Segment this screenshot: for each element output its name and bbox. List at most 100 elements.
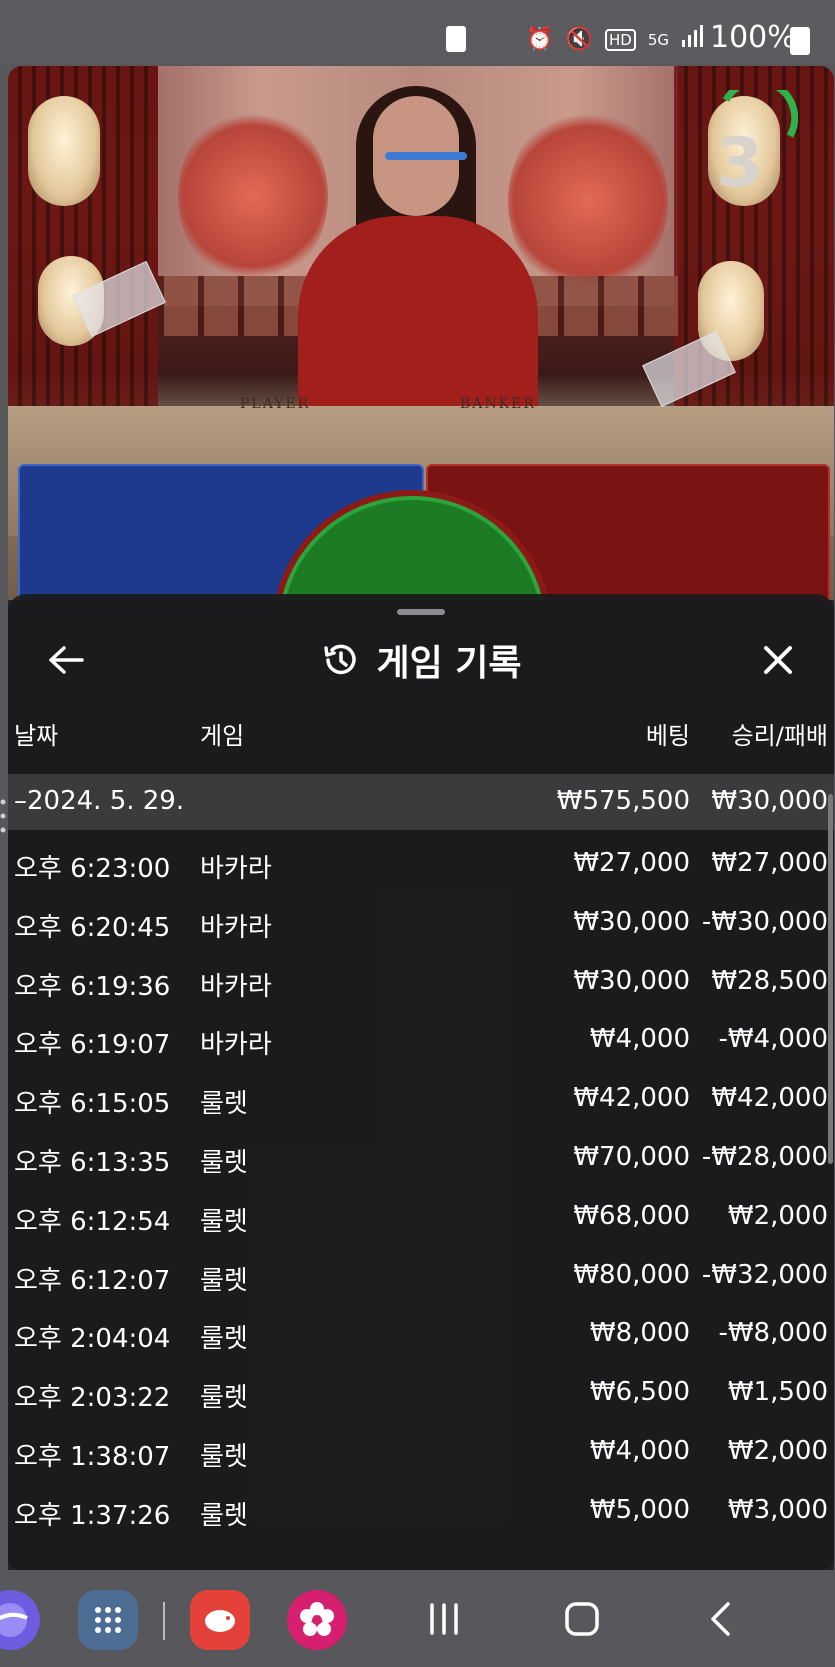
- row-result: -₩8,000: [718, 1318, 828, 1349]
- alarm-icon: ⏰: [526, 27, 554, 52]
- game-history-sheet: 게임 기록 날짜 게임 베팅 승리/패배 –2024. 5. 29. ₩575,…: [8, 594, 834, 1570]
- row-time: 오후 6:19:36: [14, 971, 171, 1002]
- side-handle-icon[interactable]: [0, 796, 6, 836]
- status-icons: ⏰ 🔇 HD 5G: [526, 24, 703, 56]
- row-bet: ₩30,000: [573, 965, 690, 996]
- piggy-bank-app-icon[interactable]: [190, 1590, 250, 1650]
- row-result: ₩42,000: [711, 1083, 828, 1114]
- history-row[interactable]: 오후 6:19:36 바카라 ₩30,000 ₩28,500: [8, 953, 834, 1011]
- row-result: ₩1,500: [727, 1377, 828, 1408]
- date-group-label: –2024. 5. 29.: [14, 786, 185, 816]
- row-bet: ₩42,000: [573, 1083, 690, 1114]
- row-time: 오후 6:23:00: [14, 854, 171, 884]
- row-result: ₩28,500: [711, 965, 828, 996]
- recents-icon[interactable]: [414, 1594, 474, 1644]
- apps-grid-icon[interactable]: [78, 1590, 138, 1650]
- history-icon: [324, 644, 357, 675]
- sheet-drag-handle[interactable]: [397, 609, 445, 615]
- row-result: -₩32,000: [701, 1259, 828, 1290]
- date-group-result-total: ₩30,000: [711, 786, 828, 816]
- status-bar: ⏰ 🔇 HD 5G 100%: [0, 0, 835, 64]
- column-header-bet[interactable]: 베팅: [646, 716, 690, 751]
- row-time: 오후 6:15:05: [14, 1089, 171, 1120]
- row-game: 룰렛: [200, 1265, 248, 1296]
- row-game: 룰렛: [200, 1442, 248, 1472]
- blossom-decoration: [178, 106, 328, 286]
- row-bet: ₩80,000: [573, 1259, 690, 1290]
- row-game: 룰렛: [200, 1500, 248, 1531]
- column-header-date[interactable]: 날짜: [14, 716, 58, 751]
- history-row[interactable]: 오후 6:20:45 바카라 ₩30,000 -₩30,000: [8, 894, 834, 952]
- scrollbar[interactable]: [828, 794, 833, 1164]
- row-time: 오후 1:38:07: [14, 1442, 171, 1472]
- 5g-icon: 5G: [647, 31, 669, 49]
- row-game: 바카라: [200, 854, 272, 884]
- sheet-header: 게임 기록: [8, 630, 834, 690]
- row-game: 룰렛: [200, 1148, 248, 1178]
- table-banker-label: BANKER: [460, 396, 536, 412]
- row-time: 오후 2:04:04: [14, 1324, 171, 1355]
- row-bet: ₩68,000: [573, 1200, 690, 1231]
- dock-divider: [163, 1602, 165, 1640]
- flower-app-icon[interactable]: [287, 1590, 347, 1650]
- row-time: 오후 6:12:07: [14, 1265, 171, 1296]
- row-result: ₩2,000: [727, 1200, 828, 1231]
- row-game: 룰렛: [200, 1206, 248, 1237]
- history-row[interactable]: 오후 2:03:22 룰렛 ₩6,500 ₩1,500: [8, 1364, 834, 1422]
- column-header-game[interactable]: 게임: [200, 716, 244, 751]
- signal-icon: [681, 24, 703, 56]
- history-row[interactable]: 오후 1:38:07 룰렛 ₩4,000 ₩2,000: [8, 1423, 834, 1481]
- countdown-timer: 3: [716, 124, 764, 203]
- blossom-decoration: [508, 106, 668, 296]
- history-row[interactable]: 오후 6:13:35 룰렛 ₩70,000 -₩28,000: [8, 1129, 834, 1187]
- row-bet: ₩8,000: [589, 1318, 690, 1349]
- row-bet: ₩6,500: [589, 1377, 690, 1408]
- row-time: 오후 6:20:45: [14, 912, 171, 943]
- row-bet: ₩27,000: [573, 848, 690, 878]
- mute-icon: 🔇: [565, 27, 593, 52]
- history-row[interactable]: 오후 6:12:07 룰렛 ₩80,000 -₩32,000: [8, 1247, 834, 1305]
- row-time: 오후 6:19:07: [14, 1030, 171, 1061]
- back-icon[interactable]: [690, 1594, 750, 1644]
- internet-app-icon[interactable]: [0, 1590, 40, 1650]
- table-player-label: PLAYER: [240, 396, 311, 412]
- row-game: 바카라: [200, 971, 272, 1002]
- row-bet: ₩4,000: [589, 1436, 690, 1466]
- lantern-decoration: [28, 96, 100, 206]
- live-dealer-video: PLAYER BANKER 3: [8, 66, 834, 626]
- date-group-row[interactable]: –2024. 5. 29. ₩575,500 ₩30,000: [8, 774, 834, 830]
- row-result: -₩4,000: [718, 1024, 828, 1055]
- row-bet: ₩5,000: [589, 1494, 690, 1525]
- date-group-bet-total: ₩575,500: [556, 786, 690, 816]
- column-header-result[interactable]: 승리/패배: [732, 716, 828, 751]
- row-bet: ₩4,000: [589, 1024, 690, 1055]
- row-result: ₩2,000: [727, 1436, 828, 1466]
- row-game: 바카라: [200, 912, 272, 943]
- row-time: 오후 6:13:35: [14, 1148, 171, 1178]
- row-bet: ₩30,000: [573, 906, 690, 937]
- hd-icon: HD: [604, 29, 636, 51]
- history-row[interactable]: 오후 6:15:05 룰렛 ₩42,000 ₩42,000: [8, 1070, 834, 1128]
- battery-icon: [790, 27, 810, 55]
- battery-saver-icon: [446, 26, 466, 52]
- row-game: 바카라: [200, 1030, 272, 1061]
- history-row[interactable]: 오후 2:04:04 룰렛 ₩8,000 -₩8,000: [8, 1305, 834, 1363]
- history-row[interactable]: 오후 1:37:26 룰렛 ₩5,000 ₩3,000: [8, 1482, 834, 1540]
- history-row[interactable]: 오후 6:12:54 룰렛 ₩68,000 ₩2,000: [8, 1188, 834, 1246]
- row-bet: ₩70,000: [573, 1142, 690, 1172]
- close-button[interactable]: [748, 630, 808, 690]
- row-result: ₩3,000: [727, 1494, 828, 1525]
- navigation-bar: [0, 1572, 835, 1667]
- page-title: 게임 기록: [376, 643, 522, 684]
- row-game: 룰렛: [200, 1383, 248, 1414]
- video-drag-handle[interactable]: [385, 152, 467, 160]
- home-icon[interactable]: [552, 1594, 612, 1644]
- history-row[interactable]: 오후 6:19:07 바카라 ₩4,000 -₩4,000: [8, 1011, 834, 1069]
- row-game: 룰렛: [200, 1089, 248, 1120]
- battery-percent: 100%: [710, 20, 796, 55]
- row-time: 오후 2:03:22: [14, 1383, 171, 1414]
- history-row[interactable]: 오후 6:23:00 바카라 ₩27,000 ₩27,000: [8, 835, 834, 893]
- row-time: 오후 6:12:54: [14, 1206, 171, 1237]
- close-icon: [764, 646, 792, 674]
- row-result: -₩28,000: [701, 1142, 828, 1172]
